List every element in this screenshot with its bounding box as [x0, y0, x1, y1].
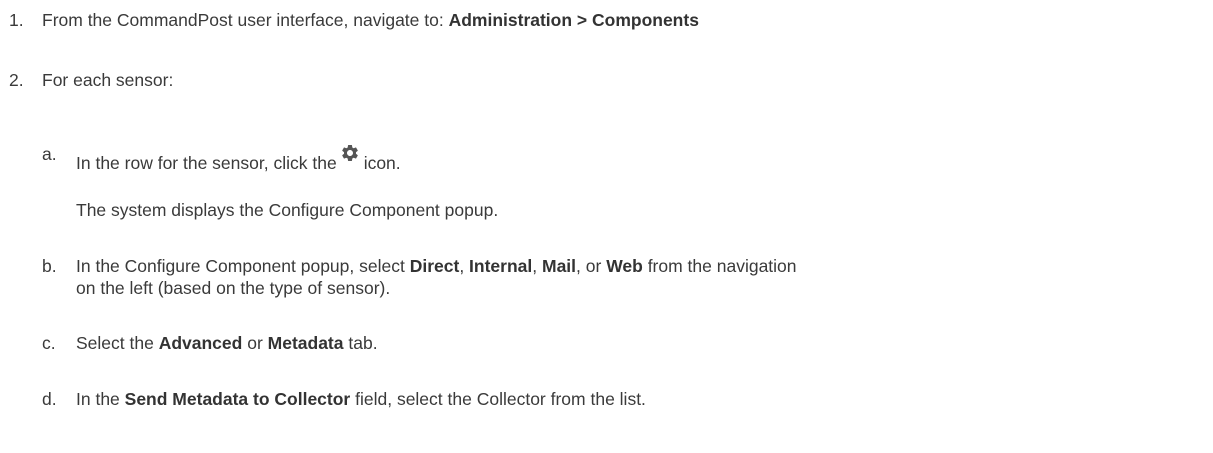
substep-text-plain: from the navigation	[642, 256, 797, 276]
substep-text-plain: In the Configure Component popup, select	[76, 256, 410, 276]
option-internal: Internal	[469, 256, 533, 276]
substep-text-plain: In the	[76, 389, 125, 409]
substep-text: In the row for the sensor, click the icon…	[76, 143, 401, 174]
substep-text-plain: or	[242, 333, 268, 353]
tab-metadata: Metadata	[267, 333, 344, 353]
substep-letter: b.	[42, 256, 57, 276]
option-direct: Direct	[409, 256, 460, 276]
substep-result: The system displays the Configure Compon…	[76, 200, 499, 220]
substep-text-plain: field, select the Collector from the lis…	[350, 389, 646, 409]
tab-advanced: Advanced	[158, 333, 243, 353]
substep-text: In the Send Metadata to Collector field,…	[76, 388, 646, 410]
separator: ,	[459, 256, 470, 276]
substep-text-plain: In the row for the sensor, click the	[76, 153, 337, 173]
step-number: 2.	[9, 70, 24, 90]
step-number: 1.	[9, 10, 24, 30]
substep-text: Select the Advanced or Metadata tab.	[76, 332, 378, 354]
separator: , or	[576, 256, 607, 276]
substep-text-continued: on the left (based on the type of sensor…	[76, 278, 391, 298]
field-name: Send Metadata to Collector	[124, 389, 351, 409]
step-text: For each sensor:	[42, 70, 174, 90]
option-web: Web	[606, 256, 643, 276]
substep-text-plain: icon.	[363, 153, 401, 173]
gear-icon	[341, 144, 358, 161]
step-text: From the CommandPost user interface, nav…	[42, 9, 699, 31]
step-text-plain: From the CommandPost user interface, nav…	[42, 10, 449, 30]
substep-text: In the Configure Component popup, select…	[76, 255, 797, 277]
substep-text-plain: tab.	[343, 333, 378, 353]
option-mail: Mail	[542, 256, 577, 276]
menu-path: Administration > Components	[448, 10, 699, 30]
substep-letter: d.	[42, 389, 57, 409]
separator: ,	[532, 256, 542, 276]
substep-text-plain: Select the	[76, 333, 159, 353]
substep-letter: c.	[42, 333, 56, 353]
substep-letter: a.	[42, 144, 57, 164]
